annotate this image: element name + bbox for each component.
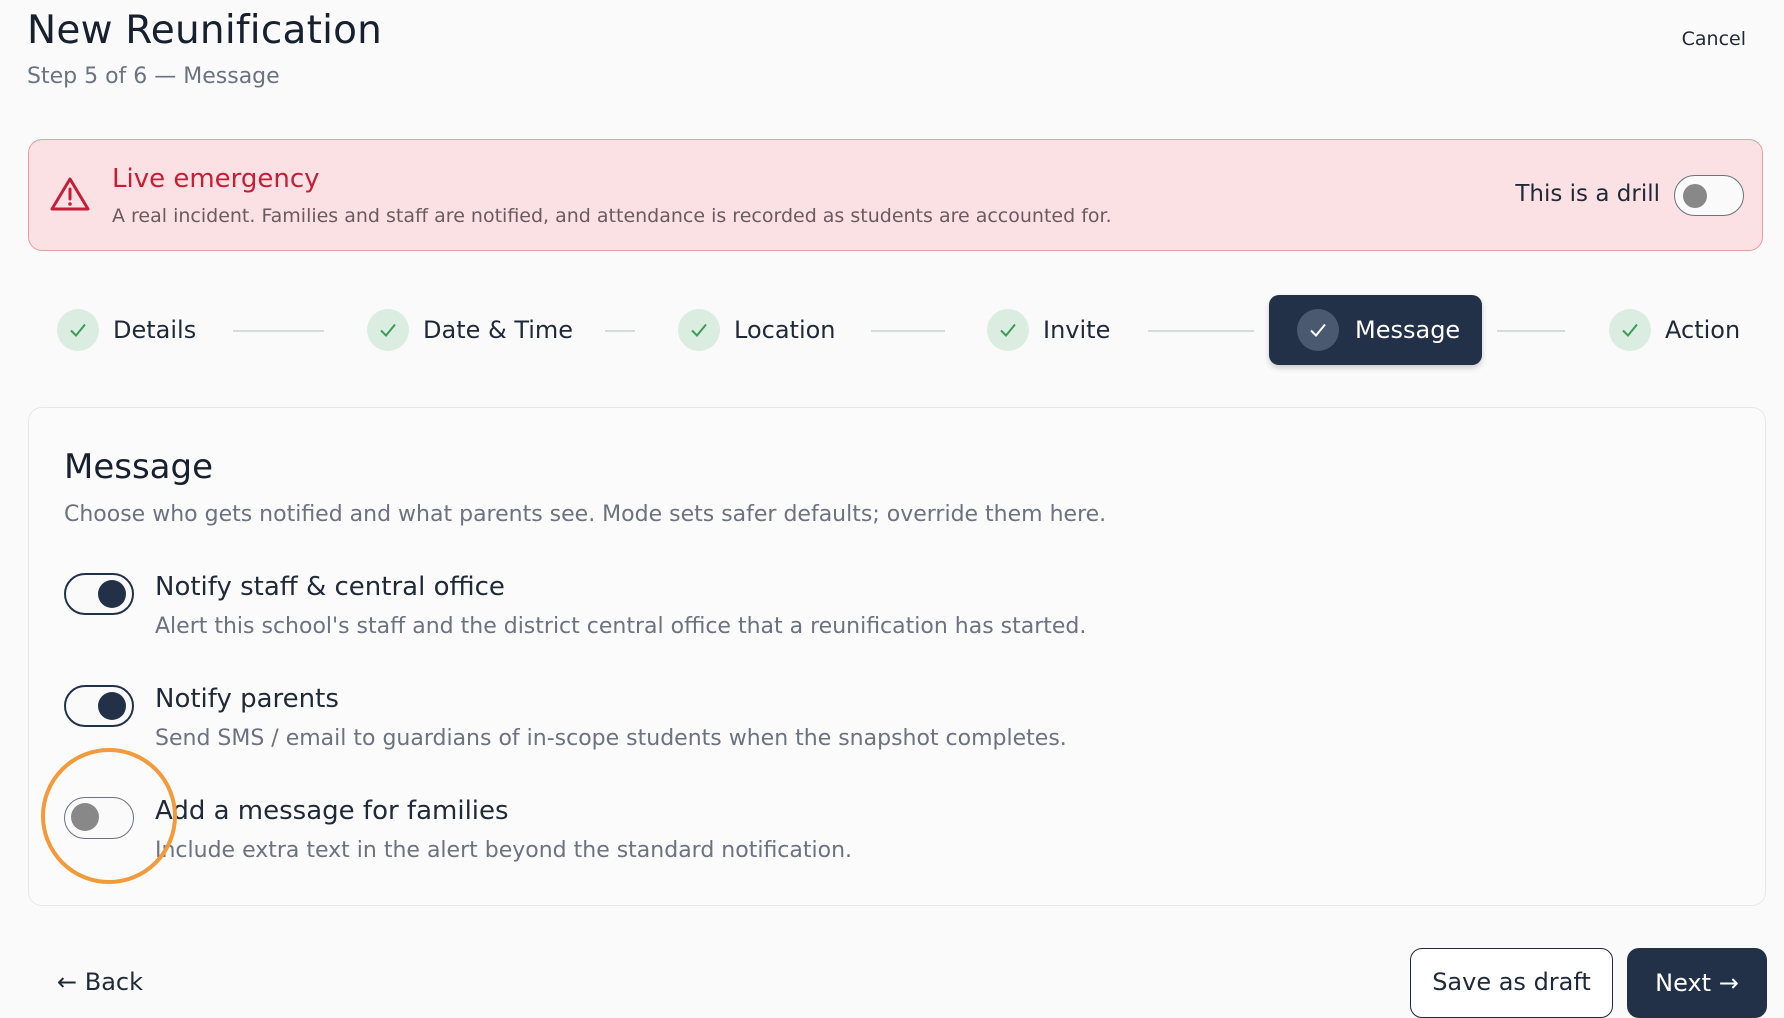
toggle-knob: [98, 692, 126, 720]
toggle-knob: [98, 580, 126, 608]
notify-parents-description: Send SMS / email to guardians of in-scop…: [155, 726, 1067, 751]
step-connector: [1497, 330, 1565, 332]
notify-staff-toggle[interactable]: [64, 573, 134, 615]
card-title: Message: [64, 447, 214, 487]
step-details[interactable]: Details: [57, 309, 196, 351]
notify-staff-description: Alert this school's staff and the distri…: [155, 614, 1087, 639]
check-icon: [1609, 309, 1651, 351]
step-action[interactable]: Action: [1609, 309, 1740, 351]
step-label: Action: [1665, 316, 1741, 344]
step-connector: [233, 330, 324, 332]
warning-triangle-icon: [50, 177, 90, 211]
step-location[interactable]: Location: [678, 309, 836, 351]
drill-toggle[interactable]: [1674, 175, 1744, 216]
check-icon: [1297, 309, 1339, 351]
cancel-button[interactable]: Cancel: [1682, 28, 1746, 50]
check-icon: [57, 309, 99, 351]
notify-parents-label: Notify parents: [155, 684, 339, 714]
step-connector: [871, 330, 945, 332]
step-label: Invite: [1043, 316, 1111, 344]
back-button[interactable]: ← Back: [57, 968, 143, 996]
check-icon: [987, 309, 1029, 351]
step-label: Location: [734, 316, 836, 344]
step-label: Message: [1355, 316, 1461, 344]
step-label: Details: [113, 316, 197, 344]
step-label: Date & Time: [423, 316, 574, 344]
emergency-banner: [28, 139, 1763, 251]
toggle-knob: [71, 803, 99, 831]
next-button[interactable]: Next →: [1627, 948, 1767, 1018]
banner-description: A real incident. Families and staff are …: [112, 205, 1112, 227]
notify-parents-toggle[interactable]: [64, 685, 134, 727]
save-draft-button[interactable]: Save as draft: [1410, 948, 1613, 1018]
page-title: New Reunification: [27, 8, 383, 53]
step-date-time[interactable]: Date & Time: [367, 309, 573, 351]
step-connector: [1148, 330, 1254, 332]
step-indicator: Step 5 of 6 — Message: [27, 64, 280, 89]
family-message-description: Include extra text in the alert beyond t…: [155, 838, 853, 863]
message-card: [28, 407, 1766, 906]
drill-toggle-label: This is a drill: [1515, 181, 1660, 207]
banner-title: Live emergency: [112, 164, 320, 194]
step-connector: [605, 330, 635, 332]
card-description: Choose who gets notified and what parent…: [64, 502, 1107, 527]
toggle-knob: [1683, 184, 1707, 208]
family-message-toggle[interactable]: [64, 797, 134, 839]
check-icon: [367, 309, 409, 351]
notify-staff-label: Notify staff & central office: [155, 572, 505, 602]
step-message[interactable]: Message: [1269, 295, 1482, 365]
check-icon: [678, 309, 720, 351]
step-invite[interactable]: Invite: [987, 309, 1110, 351]
family-message-label: Add a message for families: [155, 796, 509, 826]
